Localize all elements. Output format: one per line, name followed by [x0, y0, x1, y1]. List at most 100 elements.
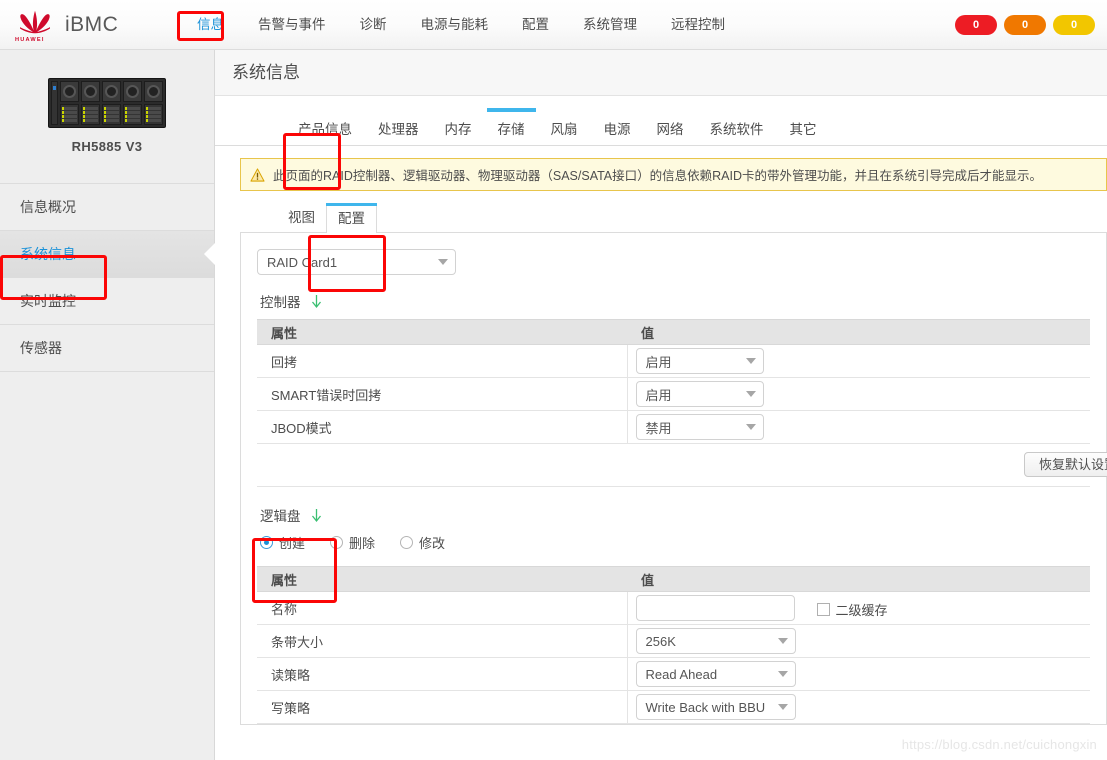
collapse-arrow-down-icon[interactable]: [310, 294, 323, 309]
tab-5[interactable]: 电源: [591, 115, 644, 145]
content-area: 此页面的RAID控制器、逻辑驱动器、物理驱动器（SAS/SATA接口）的信息依赖…: [215, 146, 1107, 725]
logical-disk-value-cell: 二级缓存: [626, 591, 1090, 625]
table-row: 读策略 Read Ahead: [257, 657, 1090, 691]
logical-disk-value-select[interactable]: Read Ahead: [635, 661, 796, 687]
top-nav-item-1[interactable]: 告警与事件: [241, 0, 343, 50]
huawei-logo-icon: HUAWEI: [14, 8, 56, 43]
tab-4[interactable]: 风扇: [538, 115, 591, 145]
controller-value-cell: 启用: [626, 344, 1090, 378]
controller-attr-cell: SMART错误时回拷: [257, 377, 627, 411]
top-nav-item-0[interactable]: 信息: [180, 0, 241, 50]
controller-value-select[interactable]: 启用: [635, 381, 764, 407]
ibmc-page: HUAWEI iBMC 信息 告警与事件 诊断 电源与能耗 配置 系统管理 远程控制 000: [0, 0, 1107, 760]
server-front-image-icon: [48, 78, 166, 128]
top-nav-item-3[interactable]: 电源与能耗: [404, 0, 506, 50]
logical-disk-radio-2[interactable]: 修改: [400, 533, 445, 552]
top-nav-item-2[interactable]: 诊断: [343, 0, 404, 50]
controller-col-value: 值: [627, 319, 1090, 345]
controller-value-cell: 禁用: [626, 410, 1090, 444]
controller-table-footer: 恢复默认设置: [257, 444, 1107, 487]
logical-disk-radio-label: 修改: [419, 536, 446, 551]
logical-disk-attr-cell: 名称: [257, 591, 627, 625]
controller-value-select-value: 启用: [645, 387, 672, 403]
tab-3[interactable]: 存储: [485, 108, 538, 145]
logical-disk-col-attr: 属性: [257, 566, 627, 592]
brand-title: iBMC: [65, 12, 119, 36]
controller-col-attr: 属性: [257, 319, 627, 345]
chevron-down-icon: [777, 638, 788, 644]
controller-value-select-value: 禁用: [645, 420, 672, 436]
controller-section-header: 控制器: [260, 291, 1090, 311]
table-row: SMART错误时回拷 启用: [257, 377, 1090, 411]
controller-attr-cell: JBOD模式: [257, 410, 627, 444]
tab-6[interactable]: 网络: [644, 115, 697, 145]
tab-7[interactable]: 系统软件: [697, 115, 777, 145]
critical-alarm-badge[interactable]: 0: [955, 15, 997, 35]
controller-value-select[interactable]: 启用: [635, 348, 764, 374]
server-model-label: RH5885 V3: [71, 139, 143, 154]
logical-disk-radio-0[interactable]: 创建: [260, 533, 305, 552]
main-tabs: 产品信息 处理器 内存 存储 风扇 电源 网络 系统软件 其它: [215, 96, 1107, 146]
main-content: 系统信息 产品信息 处理器 内存 存储 风扇 电源 网络 系统软件 其它 此页面的RAID控制器…: [215, 50, 1107, 760]
config-panel: RAID Card1 控制器 属性 值 回拷 启用 SMART错误时回拷 启用 …: [240, 232, 1107, 725]
sidebar-item-1[interactable]: 系统信息: [0, 231, 215, 278]
logical-disk-table-header: 属性 值: [257, 566, 1090, 592]
brand-logo[interactable]: HUAWEI iBMC: [0, 0, 180, 50]
collapse-arrow-down-icon[interactable]: [310, 508, 323, 523]
server-thumbnail: [0, 50, 214, 128]
sidebar-item-2[interactable]: 实时监控: [0, 278, 214, 325]
tab-2[interactable]: 内存: [432, 115, 485, 145]
sidebar-item-label: 信息概况: [20, 199, 76, 215]
top-nav-item-6[interactable]: 远程控制: [654, 0, 742, 50]
logical-disk-attr-cell: 读策略: [257, 657, 627, 691]
radio-dot-icon: [330, 536, 344, 549]
logical-disk-attr-cell: 条带大小: [257, 624, 627, 658]
tab-0[interactable]: 产品信息: [285, 115, 365, 145]
chevron-down-icon: [745, 424, 756, 430]
minor-alarm-badge[interactable]: 0: [1053, 15, 1095, 35]
raid-card-select[interactable]: RAID Card1: [257, 249, 456, 275]
top-nav-item-5[interactable]: 系统管理: [566, 0, 654, 50]
secondary-cache-checkbox[interactable]: 二级缓存: [816, 600, 888, 619]
controller-attr-cell: 回拷: [257, 344, 627, 378]
logical-disk-name-input[interactable]: [635, 595, 795, 621]
page-title: 系统信息: [215, 50, 1107, 96]
tab-8[interactable]: 其它: [777, 115, 830, 145]
top-nav-item-4[interactable]: 配置: [505, 0, 566, 50]
top-header: HUAWEI iBMC 信息 告警与事件 诊断 电源与能耗 配置 系统管理 远程控制 000: [0, 0, 1107, 50]
chevron-down-icon: [745, 358, 756, 364]
sidebar-item-label: 系统信息: [20, 246, 76, 262]
logical-disk-attr-cell: 写策略: [257, 690, 627, 724]
logical-disk-value-select[interactable]: Write Back with BBU: [635, 694, 796, 720]
tab-1[interactable]: 处理器: [365, 115, 432, 145]
subtab-1[interactable]: 配置: [326, 203, 377, 233]
logical-disk-value-select-value: 256K: [645, 633, 676, 649]
controller-value-select[interactable]: 禁用: [635, 414, 764, 440]
table-row: 名称 二级缓存: [257, 591, 1090, 625]
raid-card-select-value: RAID Card1: [267, 254, 338, 270]
restore-defaults-button[interactable]: 恢复默认设置: [1023, 452, 1107, 477]
checkbox-icon: [816, 602, 830, 616]
logical-disk-radio-1[interactable]: 删除: [330, 533, 375, 552]
controller-value-select-value: 启用: [645, 354, 672, 370]
table-row: 回拷 启用: [257, 344, 1090, 378]
table-row: JBOD模式 禁用: [257, 410, 1090, 444]
logical-disk-value-cell: Read Ahead: [626, 657, 1090, 691]
logical-disk-value-select-value: Read Ahead: [645, 666, 718, 682]
huawei-wordmark: HUAWEI: [15, 36, 45, 43]
sidebar-item-label: 传感器: [20, 340, 62, 356]
sidebar-item-label: 实时监控: [20, 293, 76, 309]
subtab-0[interactable]: 视图: [277, 203, 326, 233]
chevron-down-icon: [777, 671, 788, 677]
radio-dot-icon: [400, 536, 414, 549]
logical-disk-value-cell: 256K: [626, 624, 1090, 658]
logical-disk-action-radios: 创建 删除 修改: [260, 533, 1090, 552]
top-nav: 信息 告警与事件 诊断 电源与能耗 配置 系统管理 远程控制: [180, 0, 742, 50]
controller-section-label: 控制器: [260, 295, 301, 310]
table-row: 条带大小 256K: [257, 624, 1090, 658]
logical-disk-value-select[interactable]: 256K: [635, 628, 796, 654]
sidebar-item-3[interactable]: 传感器: [0, 325, 214, 372]
sidebar-item-0[interactable]: 信息概况: [0, 184, 214, 231]
logical-disk-radio-label: 删除: [349, 536, 376, 551]
major-alarm-badge[interactable]: 0: [1004, 15, 1046, 35]
